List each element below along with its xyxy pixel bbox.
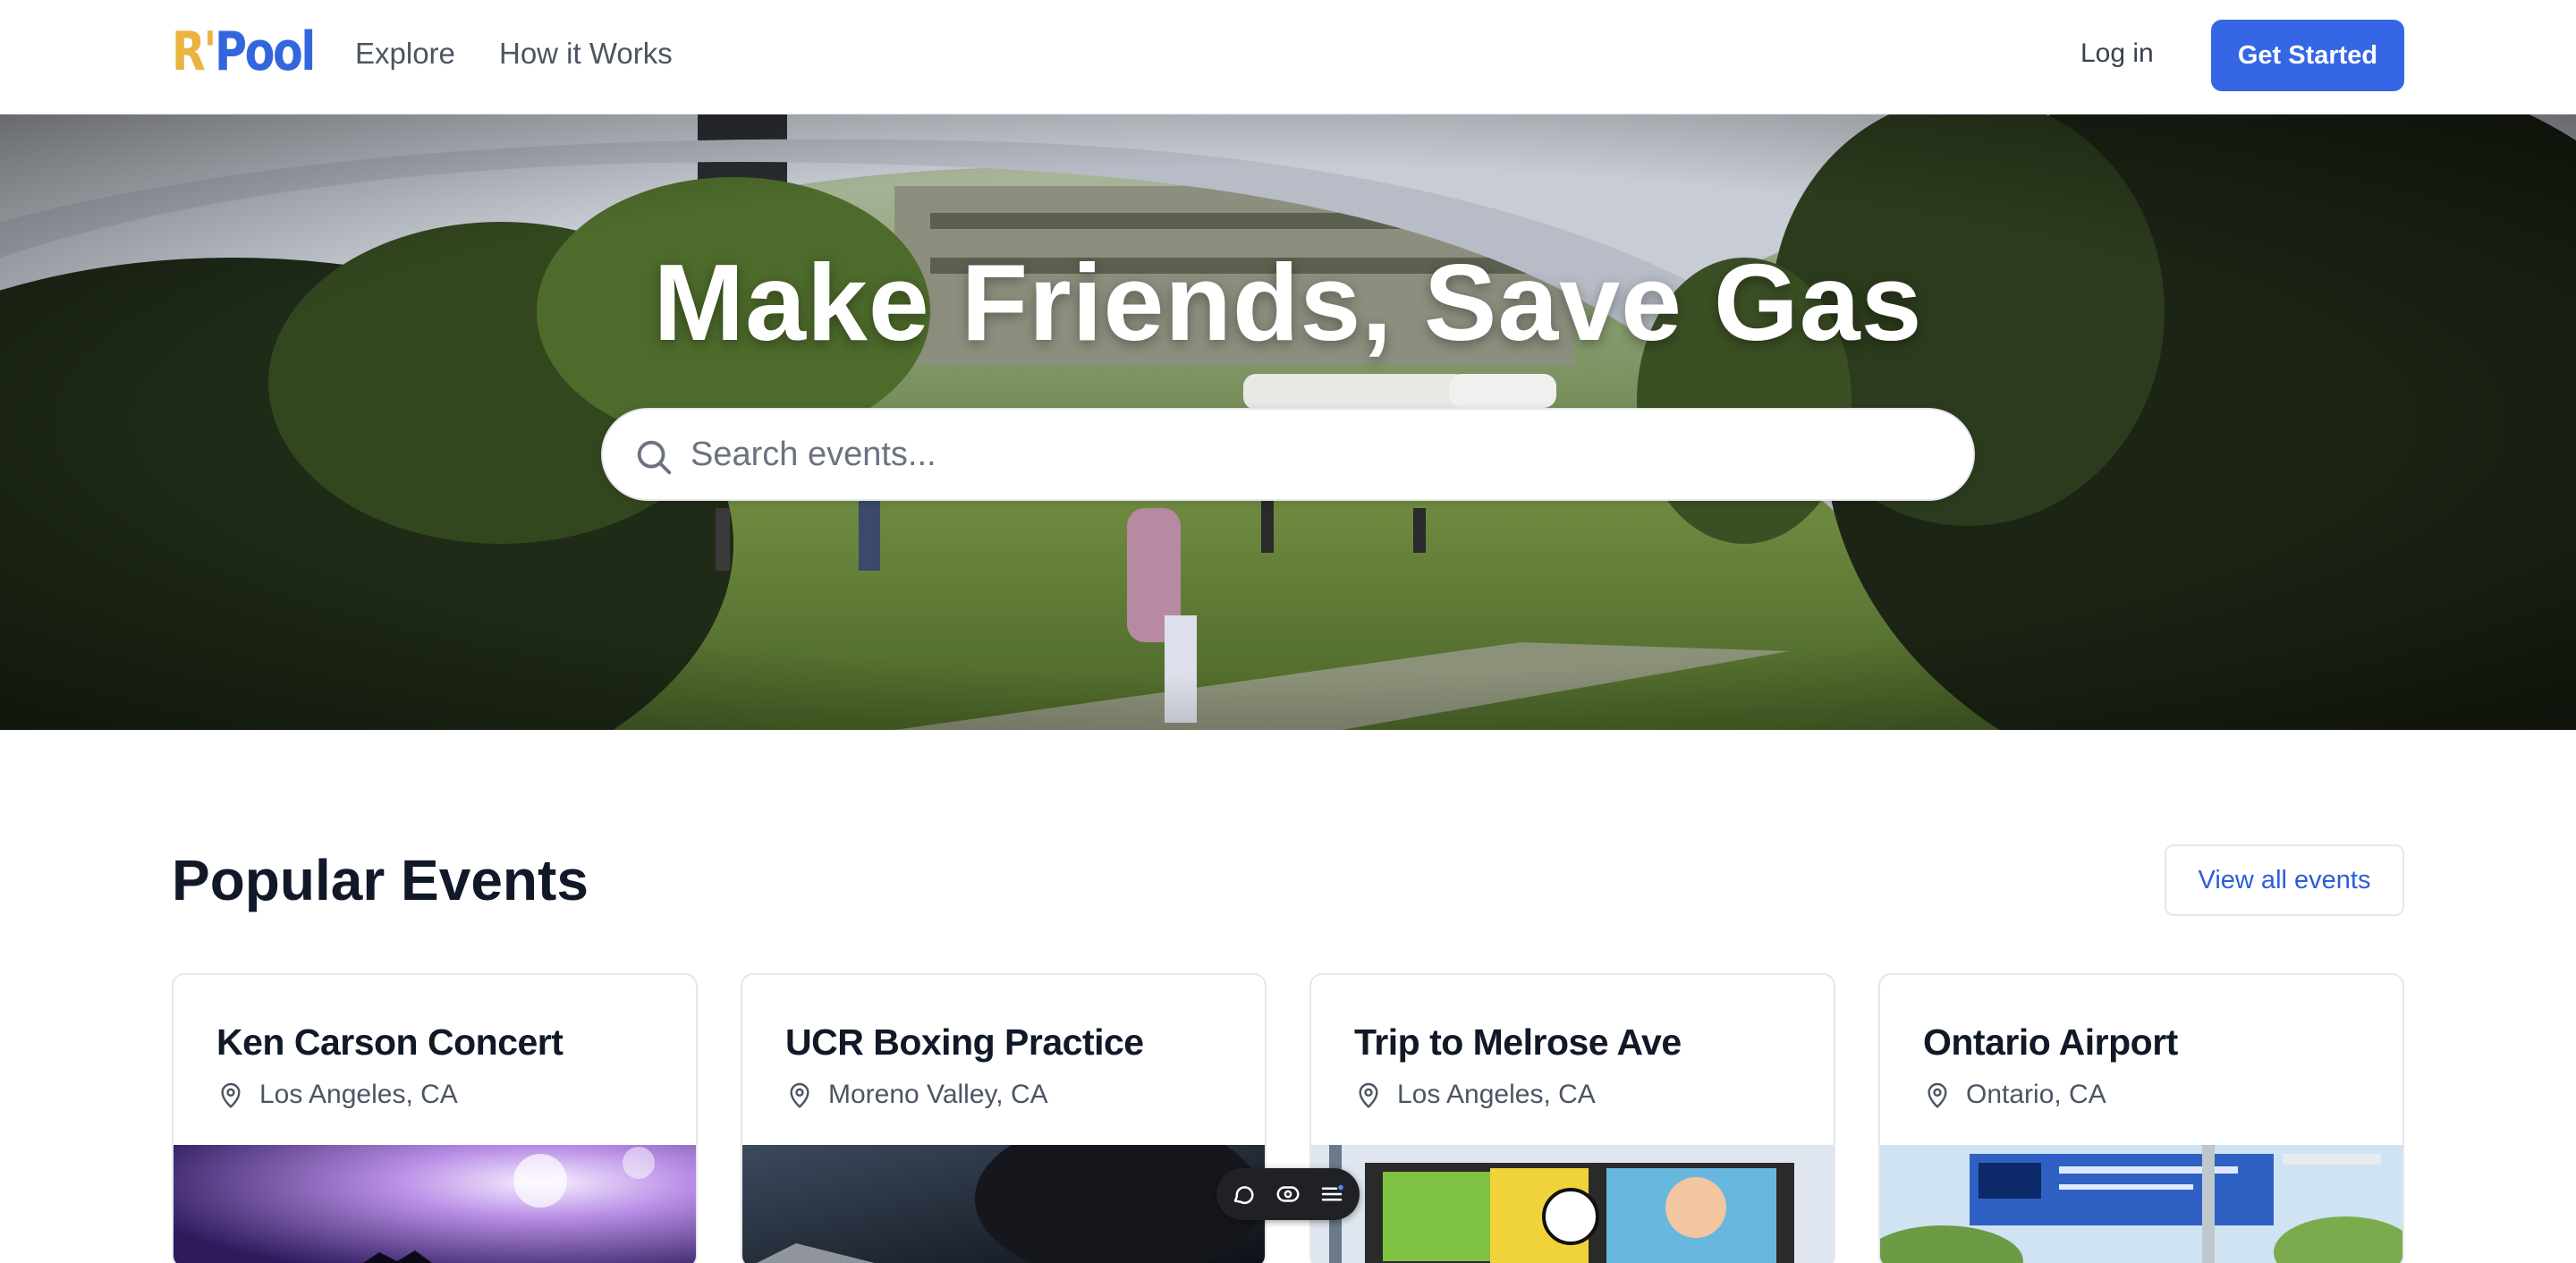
view-all-events-button[interactable]: View all events <box>2165 844 2404 916</box>
event-card-location: Los Angeles, CA <box>216 1077 458 1113</box>
event-card-location: Los Angeles, CA <box>1354 1077 1596 1113</box>
search-icon <box>637 440 672 475</box>
get-started-button[interactable]: Get Started <box>2211 20 2404 91</box>
log-in-link[interactable]: Log in <box>2080 32 2154 75</box>
ontario-airport-photo <box>1880 1145 2402 1263</box>
event-card-location-text: Moreno Valley, CA <box>828 1080 1048 1109</box>
event-card-title: UCR Boxing Practice <box>785 1021 1144 1063</box>
logo-part-r: R' <box>172 21 216 83</box>
location-pin-icon <box>221 1082 241 1108</box>
location-pin-icon <box>1928 1082 1947 1108</box>
top-navbar: R'Pool Explore How it Works Log in Get S… <box>0 0 2576 114</box>
comment-icon[interactable] <box>1231 1181 1258 1208</box>
popular-events-heading: Popular Events <box>172 848 589 912</box>
event-card-location-text: Ontario, CA <box>1966 1080 2106 1109</box>
event-card-title: Ontario Airport <box>1923 1021 2178 1063</box>
concert-photo <box>174 1145 696 1263</box>
hero-title: Make Friends, Save Gas <box>653 242 1923 363</box>
logo-part-pool: Pool <box>215 21 316 83</box>
location-pin-icon <box>790 1082 809 1108</box>
event-card-ucr-boxing-practice[interactable]: UCR Boxing Practice Moreno Valley, CA <box>741 973 1267 1263</box>
floating-toolbar <box>1216 1168 1360 1220</box>
search-bar[interactable] <box>601 408 1975 501</box>
menu-list-icon[interactable] <box>1318 1181 1345 1208</box>
event-card-location: Moreno Valley, CA <box>785 1077 1048 1113</box>
location-pin-icon <box>1359 1082 1378 1108</box>
event-card-location: Ontario, CA <box>1923 1077 2106 1113</box>
boxing-gloves-photo <box>742 1145 1265 1263</box>
event-card-location-text: Los Angeles, CA <box>259 1080 458 1109</box>
event-card-title: Ken Carson Concert <box>216 1021 564 1063</box>
eye-icon[interactable] <box>1275 1181 1301 1208</box>
event-card-trip-to-melrose-ave[interactable]: Trip to Melrose Ave Los Angeles, CA <box>1309 973 1835 1263</box>
melrose-mural-photo <box>1311 1145 1834 1263</box>
event-card-title: Trip to Melrose Ave <box>1354 1021 1682 1063</box>
event-card-ontario-airport[interactable]: Ontario Airport Ontario, CA <box>1878 973 2404 1263</box>
event-card-location-text: Los Angeles, CA <box>1397 1080 1596 1109</box>
nav-link-how-it-works[interactable]: How it Works <box>499 32 673 75</box>
search-events-input[interactable] <box>691 410 1943 499</box>
hero-section: Make Friends, Save Gas <box>0 114 2576 730</box>
nav-link-explore[interactable]: Explore <box>355 32 455 75</box>
rpool-logo[interactable]: R'Pool <box>172 21 316 83</box>
event-card-ken-carson-concert[interactable]: Ken Carson Concert Los Angeles, CA <box>172 973 698 1263</box>
